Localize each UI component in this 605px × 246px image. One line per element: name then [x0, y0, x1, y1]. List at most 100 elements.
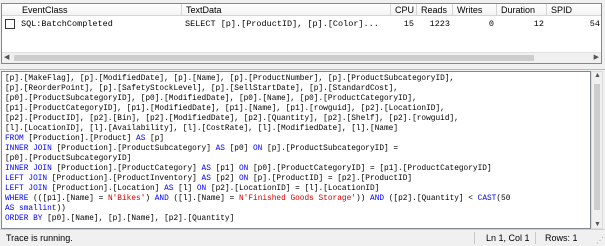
scroll-down-arrow-icon[interactable]: ▼ — [594, 221, 601, 228]
sql-text: ) — [145, 195, 155, 203]
grid-horizontal-scroll-thumb[interactable] — [14, 55, 534, 61]
sql-text: [Production].[Location] — [47, 185, 165, 193]
pane-splitter[interactable] — [0, 64, 605, 70]
status-bar: Trace is running. Ln 1, Col 1 Rows: 1 ⋰ — [0, 229, 605, 246]
sql-line: ORDER BY [p0].[Name], [p].[Name], [p2].[… — [5, 214, 234, 224]
sql-line: [l].[LocationID], [l].[Availability], [l… — [5, 124, 398, 134]
column-header-spid[interactable]: SPID — [547, 4, 601, 16]
sql-text: ([p2].[Quantity] < — [384, 195, 478, 203]
table-row[interactable]: SQL:BatchCompleted SELECT [p].[ProductID… — [2, 18, 601, 30]
sql-keyword: FROM — [5, 135, 24, 143]
grid-header: EventClass TextData CPU Reads Writes Dur… — [2, 4, 601, 17]
sql-line: [p].[ReorderPoint], [p].[SafetyStockLeve… — [5, 84, 398, 94]
sql-line: [p1].[ProductCategoryID], [p1].[Modified… — [5, 104, 445, 114]
sql-keyword: AS — [215, 145, 225, 153]
sql-text: [p0] — [224, 145, 253, 153]
cell-writes: 0 — [488, 19, 494, 29]
sql-text: (50 — [496, 195, 511, 203]
cell-cpu: 15 — [403, 19, 414, 29]
sql-keyword: AS — [201, 165, 211, 173]
sql-line: WHERE (([p1].[Name] = N'Bikes') AND ([l]… — [5, 194, 510, 204]
sql-text: [Production].[ProductSubcategory] — [51, 145, 216, 153]
sql-text: [p1] — [210, 165, 239, 173]
sql-text: )) — [355, 195, 371, 203]
sql-vertical-scroll-thumb[interactable] — [594, 84, 600, 210]
sql-text: [l].[LocationID], [l].[Availability], [l… — [5, 125, 399, 133]
sql-line: FROM [Production].[Product] AS [p] — [5, 134, 164, 144]
column-header-duration[interactable]: Duration — [497, 4, 547, 16]
sql-text: ([l].[Name] = — [168, 195, 239, 203]
sql-keyword: ON — [253, 145, 263, 153]
status-row-count: Rows: 1 — [545, 233, 578, 243]
sql-text: [p0].[Name], [p].[Name], [p2].[Quantity] — [42, 215, 235, 223]
cell-textdata: SELECT [p].[ProductID], [p].[Color]... — [185, 19, 379, 29]
sql-keyword: WHERE — [5, 195, 29, 203]
sql-text: [Production].[Product] — [23, 135, 137, 143]
column-header-eventclass[interactable]: EventClass — [2, 4, 182, 16]
sql-line: [p0].[ProductSubcategoryID], [p0].[Modif… — [5, 94, 417, 104]
status-divider — [474, 232, 475, 244]
scroll-right-arrow-icon[interactable]: ▶ — [594, 53, 599, 63]
grid-horizontal-scrollbar[interactable]: ◀ ▶ — [2, 52, 601, 63]
sql-keyword: CAST — [477, 195, 497, 203]
sql-line: LEFT JOIN [Production].[ProductInventory… — [5, 174, 412, 184]
sql-text: [l] — [173, 185, 197, 193]
sql-text: [p].[ProductID] = [p2].[ProductID] — [248, 175, 413, 183]
sql-text: [p2].[ProductID], [p2].[Bin], [p2].[Modi… — [5, 115, 459, 123]
status-message: Trace is running. — [6, 233, 73, 243]
sql-keyword: ORDER BY — [5, 215, 43, 223]
sql-text: (([p1].[Name] = — [28, 195, 108, 203]
sql-line: [p].[MakeFlag], [p].[ModifiedDate], [p].… — [5, 74, 454, 84]
cell-eventclass: SQL:BatchCompleted — [21, 19, 113, 29]
sql-text: [p].[ReorderPoint], [p].[SafetyStockLeve… — [5, 85, 399, 93]
sql-keyword: AND — [154, 195, 169, 203]
column-header-writes[interactable]: Writes — [453, 4, 497, 16]
sql-line: [p2].[ProductID], [p2].[Bin], [p2].[Modi… — [5, 114, 459, 124]
column-header-cpu[interactable]: CPU — [391, 4, 417, 16]
cell-reads: 1223 — [429, 19, 450, 29]
sql-text-pane[interactable]: [p].[MakeFlag], [p].[ModifiedDate], [p].… — [1, 71, 591, 229]
sql-keyword: smallint — [19, 205, 57, 213]
cell-duration: 12 — [533, 19, 544, 29]
sql-keyword: AND — [370, 195, 385, 203]
sql-text: [p].[ProductSubcategoryID] = — [262, 145, 399, 153]
trace-events-grid[interactable]: EventClass TextData CPU Reads Writes Dur… — [1, 3, 602, 64]
sql-text: [p0].[ProductSubcategoryID], [p0].[Modif… — [5, 95, 417, 103]
sql-keyword: INNER JOIN — [5, 145, 52, 153]
sql-text: [p1].[ProductCategoryID], [p1].[Modified… — [5, 105, 445, 113]
sql-keyword: LEFT JOIN — [5, 175, 48, 183]
sql-line: INNER JOIN [Production].[ProductSubcateg… — [5, 144, 398, 154]
sql-keyword: INNER JOIN — [5, 165, 52, 173]
sql-text: [p0].[ProductCategoryID] = [p1].[Product… — [248, 165, 492, 173]
sql-keyword: LEFT JOIN — [5, 185, 48, 193]
sql-vertical-scrollbar[interactable]: ▲ ▼ — [591, 71, 603, 229]
sql-string-literal: N'Bikes' — [107, 195, 146, 203]
sql-line: INNER JOIN [Production].[ProductCategory… — [5, 164, 492, 174]
sql-text: [Production].[ProductInventory] — [47, 175, 202, 183]
sql-text: [p] — [145, 135, 165, 143]
status-divider — [535, 232, 536, 244]
cell-spid: 54 — [589, 19, 600, 29]
scroll-up-arrow-icon[interactable]: ▲ — [594, 72, 601, 79]
sql-text: )) — [56, 205, 66, 213]
column-header-reads[interactable]: Reads — [417, 4, 453, 16]
sql-keyword: AS — [201, 175, 211, 183]
sql-text: [p].[MakeFlag], [p].[ModifiedDate], [p].… — [5, 75, 455, 83]
column-header-textdata[interactable]: TextData — [182, 4, 391, 16]
sql-text: [p2].[LocationID] = [l].[LocationID] — [206, 185, 380, 193]
sql-text: [Production].[ProductCategory] — [51, 165, 202, 173]
sql-keyword: AS — [5, 205, 15, 213]
status-cursor-position: Ln 1, Col 1 — [486, 233, 530, 243]
sql-keyword: ON — [238, 165, 249, 173]
sql-line: [p0].[ProductSubcategoryID] — [5, 154, 131, 164]
scroll-left-arrow-icon[interactable]: ◀ — [4, 53, 9, 63]
sql-line: LEFT JOIN [Production].[Location] AS [l]… — [5, 184, 379, 194]
sql-text: [p2] — [210, 175, 239, 183]
sql-string-literal: N'Finished Goods Storage' — [238, 195, 356, 203]
resize-grip-icon[interactable]: ⋰ — [596, 237, 604, 245]
sql-text: [p0].[ProductSubcategoryID] — [5, 155, 132, 163]
sql-keyword: ON — [196, 185, 207, 193]
sql-line: AS smallint)) — [5, 204, 66, 214]
sql-keyword: AS — [136, 135, 146, 143]
sql-keyword: ON — [238, 175, 249, 183]
